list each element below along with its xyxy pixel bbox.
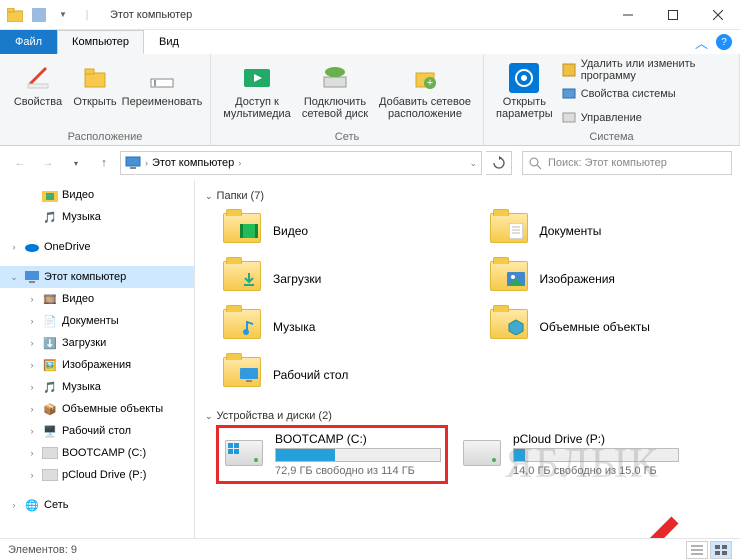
tab-view[interactable]: Вид xyxy=(144,30,194,54)
sidebar-item-desktop[interactable]: ›🖥️Рабочий стол xyxy=(0,420,194,442)
status-bar: Элементов: 9 xyxy=(0,538,740,560)
body: Видео 🎵Музыка ›OneDrive ⌄Этот компьютер … xyxy=(0,180,740,538)
annotation-arrow xyxy=(565,510,685,538)
qat-sep: | xyxy=(76,4,98,26)
ribbon-group-network: Доступ к мультимедиа Подключить сетевой … xyxy=(211,54,484,145)
sidebar-item-network[interactable]: ›🌐Сеть xyxy=(0,494,194,516)
quick-access-toolbar: ▼ | xyxy=(0,4,102,26)
add-network-location-button[interactable]: + Добавить сетевое расположение xyxy=(377,58,473,129)
tab-computer[interactable]: Компьютер xyxy=(57,30,144,54)
rename-button[interactable]: Переименовать xyxy=(124,58,200,129)
collapse-icon[interactable]: ⌄ xyxy=(205,191,213,202)
sidebar-item-video[interactable]: Видео xyxy=(0,184,194,206)
content-pane[interactable]: ⌄ Папки (7) Видео Документы Загрузки Изо… xyxy=(195,180,740,538)
drive-free-text: 14,0 ГБ свободно из 15,0 ГБ xyxy=(513,465,679,477)
drive-name: BOOTCAMP (C:) xyxy=(275,432,441,446)
folder-downloads[interactable]: Загрузки xyxy=(223,258,460,300)
open-button[interactable]: Открыть xyxy=(70,58,120,129)
drive-pcloud-p[interactable]: pCloud Drive (P:) 14,0 ГБ свободно из 15… xyxy=(461,432,679,477)
sidebar-item-downloads[interactable]: ›⬇️Загрузки xyxy=(0,332,194,354)
properties-button[interactable]: Свойства xyxy=(10,58,66,129)
uninstall-programs-button[interactable]: Удалить или изменить программу xyxy=(559,59,729,81)
collapse-icon[interactable]: ⌄ xyxy=(205,411,213,422)
drive-name: pCloud Drive (P:) xyxy=(513,432,679,446)
recent-dropdown[interactable]: ▾ xyxy=(64,151,88,175)
status-item-count: Элементов: 9 xyxy=(8,544,77,556)
media-access-button[interactable]: Доступ к мультимедиа xyxy=(221,58,293,129)
sidebar-item-3d-objects[interactable]: ›📦Объемные объекты xyxy=(0,398,194,420)
drive-free-text: 72,9 ГБ свободно из 114 ГБ xyxy=(275,465,441,477)
ribbon-group-label: Расположение xyxy=(10,129,200,143)
ribbon-tabs: Файл Компьютер Вид ︿ ? xyxy=(0,30,740,54)
sidebar-item-videos[interactable]: ›🎞️Видео xyxy=(0,288,194,310)
devices-section-header[interactable]: ⌄ Устройства и диски (2) xyxy=(199,406,736,426)
this-pc-icon xyxy=(125,156,141,170)
drive-bootcamp-c[interactable]: BOOTCAMP (C:) 72,9 ГБ свободно из 114 ГБ xyxy=(223,432,441,477)
folders-section-header[interactable]: ⌄ Папки (7) xyxy=(199,186,736,206)
system-properties-button[interactable]: Свойства системы xyxy=(559,83,729,105)
view-icons-button[interactable] xyxy=(710,541,732,559)
back-button[interactable]: ← xyxy=(8,151,32,175)
drive-usage-bar xyxy=(275,448,441,462)
window-controls xyxy=(605,0,740,30)
folders-grid: Видео Документы Загрузки Изображения Муз… xyxy=(199,206,736,406)
sidebar-item-onedrive[interactable]: ›OneDrive xyxy=(0,236,194,258)
forward-button[interactable]: → xyxy=(36,151,60,175)
navigation-bar: ← → ▾ ↑ › Этот компьютер › ⌄ Поиск: Этот… xyxy=(0,146,740,180)
maximize-button[interactable] xyxy=(650,0,695,30)
section-title: Папки (7) xyxy=(217,190,264,202)
manage-button[interactable]: Управление xyxy=(559,107,729,129)
drives-row: BOOTCAMP (C:) 72,9 ГБ свободно из 114 ГБ… xyxy=(199,426,736,481)
collapse-ribbon-icon[interactable]: ︿ xyxy=(695,33,708,52)
chevron-right-icon[interactable]: › xyxy=(145,158,148,168)
drive-icon xyxy=(223,432,265,474)
drive-icon xyxy=(461,432,503,474)
ribbon-group-label: Система xyxy=(494,129,729,143)
section-title: Устройства и диски (2) xyxy=(217,410,332,422)
folder-music[interactable]: Музыка xyxy=(223,306,460,348)
sidebar-item-music[interactable]: 🎵Музыка xyxy=(0,206,194,228)
folder-pictures[interactable]: Изображения xyxy=(490,258,727,300)
sidebar-item-documents[interactable]: ›📄Документы xyxy=(0,310,194,332)
open-settings-button[interactable]: Открыть параметры xyxy=(494,58,555,129)
search-icon xyxy=(529,157,542,170)
sidebar-item-bootcamp[interactable]: ›BOOTCAMP (C:) xyxy=(0,442,194,464)
folder-app-icon xyxy=(4,4,26,26)
close-button[interactable] xyxy=(695,0,740,30)
sidebar-item-pictures[interactable]: ›🖼️Изображения xyxy=(0,354,194,376)
qat-dropdown[interactable]: ▼ xyxy=(52,4,74,26)
refresh-button[interactable] xyxy=(486,151,512,175)
folder-videos[interactable]: Видео xyxy=(223,210,460,252)
search-placeholder: Поиск: Этот компьютер xyxy=(548,157,667,169)
ribbon-group-label: Сеть xyxy=(221,129,473,143)
minimize-button[interactable] xyxy=(605,0,650,30)
search-box[interactable]: Поиск: Этот компьютер xyxy=(522,151,732,175)
help-icon[interactable]: ? xyxy=(716,34,732,50)
navigation-pane[interactable]: Видео 🎵Музыка ›OneDrive ⌄Этот компьютер … xyxy=(0,180,195,538)
address-dropdown-icon[interactable]: ⌄ xyxy=(469,158,477,169)
sidebar-item-pcloud[interactable]: ›pCloud Drive (P:) xyxy=(0,464,194,486)
view-details-button[interactable] xyxy=(686,541,708,559)
window-title: Этот компьютер xyxy=(110,9,192,21)
map-drive-button[interactable]: Подключить сетевой диск xyxy=(297,58,373,129)
sidebar-item-this-pc[interactable]: ⌄Этот компьютер xyxy=(0,266,194,288)
svg-text:+: + xyxy=(427,77,433,89)
address-bar[interactable]: › Этот компьютер › ⌄ xyxy=(120,151,482,175)
folder-3d-objects[interactable]: Объемные объекты xyxy=(490,306,727,348)
ribbon-group-location: Свойства Открыть Переименовать Расположе… xyxy=(0,54,211,145)
title-bar: ▼ | Этот компьютер xyxy=(0,0,740,30)
folder-desktop[interactable]: Рабочий стол xyxy=(223,354,460,396)
chevron-right-icon[interactable]: › xyxy=(238,158,241,168)
up-button[interactable]: ↑ xyxy=(92,151,116,175)
ribbon: Свойства Открыть Переименовать Расположе… xyxy=(0,54,740,146)
drive-usage-bar xyxy=(513,448,679,462)
sidebar-item-music[interactable]: ›🎵Музыка xyxy=(0,376,194,398)
tab-file[interactable]: Файл xyxy=(0,30,57,54)
ribbon-help-area: ︿ ? xyxy=(695,30,740,54)
folder-documents[interactable]: Документы xyxy=(490,210,727,252)
breadcrumb-item[interactable]: Этот компьютер xyxy=(152,157,234,169)
qat-item[interactable] xyxy=(28,4,50,26)
ribbon-group-system: Открыть параметры Удалить или изменить п… xyxy=(484,54,740,145)
